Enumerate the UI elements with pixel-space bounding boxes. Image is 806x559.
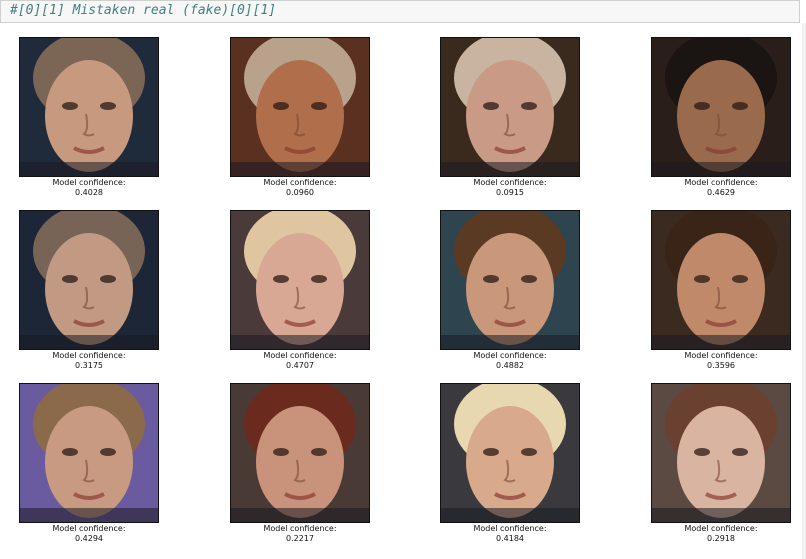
face-image (19, 210, 159, 350)
face-image (440, 37, 580, 177)
scrollbar-track[interactable] (802, 23, 806, 559)
code-comment: #[0][1] Mistaken real (fake)[0][1] (10, 3, 277, 18)
confidence-value: 0.2918 (707, 533, 735, 543)
confidence-label: Model confidence: (263, 178, 337, 187)
confidence-caption: Model confidence: 0.4184 (430, 524, 590, 543)
face-image (651, 37, 791, 177)
confidence-value: 0.4707 (286, 360, 314, 370)
confidence-label: Model confidence: (52, 351, 126, 360)
confidence-label: Model confidence: (52, 524, 126, 533)
confidence-label: Model confidence: (684, 524, 758, 533)
face-image (230, 37, 370, 177)
confidence-value: 0.0960 (286, 187, 314, 197)
code-cell[interactable]: #[0][1] Mistaken real (fake)[0][1] (0, 0, 800, 23)
confidence-value: 0.4294 (75, 533, 103, 543)
confidence-label: Model confidence: (684, 178, 758, 187)
confidence-caption: Model confidence: 0.2217 (220, 524, 380, 543)
confidence-caption: Model confidence: 0.4294 (9, 524, 169, 543)
confidence-caption: Model confidence: 0.4629 (641, 178, 801, 197)
confidence-value: 0.4028 (75, 187, 103, 197)
face-image (19, 37, 159, 177)
confidence-label: Model confidence: (473, 178, 547, 187)
confidence-caption: Model confidence: 0.0960 (220, 178, 380, 197)
face-image (230, 383, 370, 523)
confidence-caption: Model confidence: 0.4882 (430, 351, 590, 370)
face-image (651, 210, 791, 350)
confidence-value: 0.4882 (496, 360, 524, 370)
confidence-label: Model confidence: (263, 351, 337, 360)
confidence-caption: Model confidence: 0.0915 (430, 178, 590, 197)
confidence-value: 0.3175 (75, 360, 103, 370)
confidence-caption: Model confidence: 0.3596 (641, 351, 801, 370)
confidence-value: 0.4629 (707, 187, 735, 197)
face-image (651, 383, 791, 523)
confidence-label: Model confidence: (473, 351, 547, 360)
confidence-label: Model confidence: (684, 351, 758, 360)
face-image (440, 383, 580, 523)
confidence-label: Model confidence: (473, 524, 547, 533)
face-image (440, 210, 580, 350)
confidence-label: Model confidence: (52, 178, 126, 187)
confidence-caption: Model confidence: 0.2918 (641, 524, 801, 543)
notebook-output: #[0][1] Mistaken real (fake)[0][1] Model… (0, 0, 806, 559)
confidence-caption: Model confidence: 0.4028 (9, 178, 169, 197)
confidence-label: Model confidence: (263, 524, 337, 533)
confidence-caption: Model confidence: 0.4707 (220, 351, 380, 370)
face-image (19, 383, 159, 523)
confidence-caption: Model confidence: 0.3175 (9, 351, 169, 370)
confidence-value: 0.0915 (496, 187, 524, 197)
face-image (230, 210, 370, 350)
confidence-value: 0.2217 (286, 533, 314, 543)
confidence-value: 0.4184 (496, 533, 524, 543)
confidence-value: 0.3596 (707, 360, 735, 370)
